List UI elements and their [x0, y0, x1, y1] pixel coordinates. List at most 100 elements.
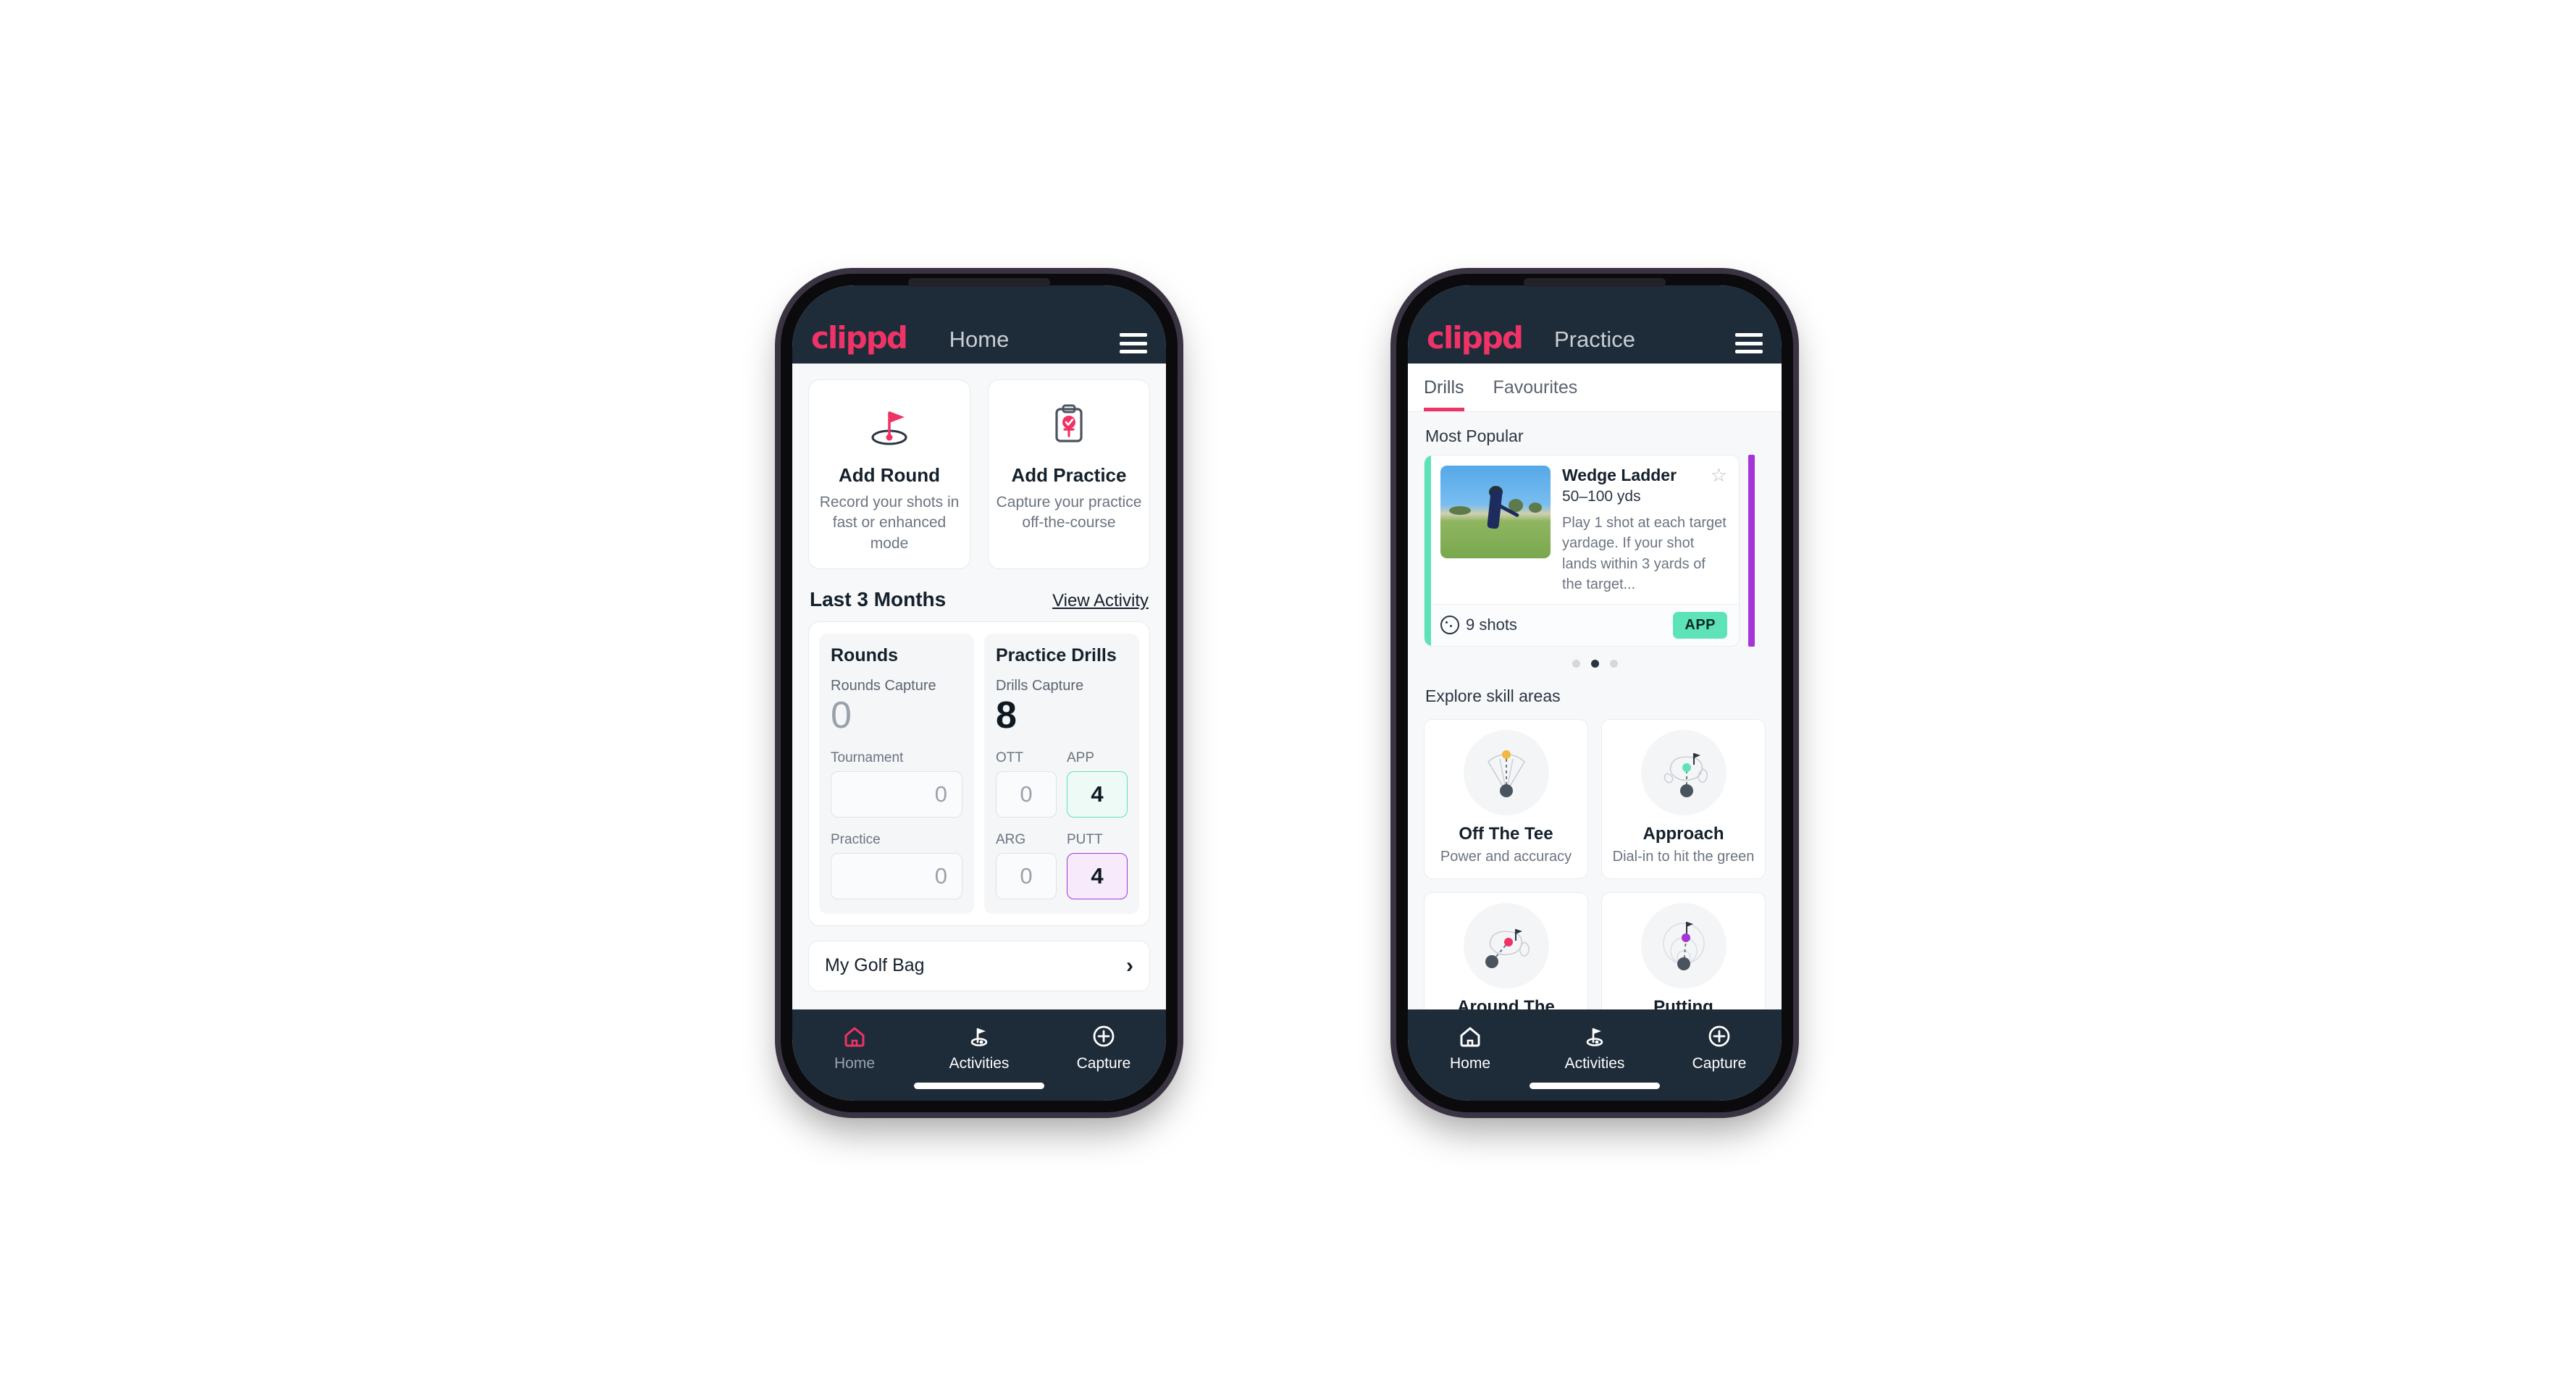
nav-home[interactable]: Home	[792, 1020, 917, 1071]
golf-ball-icon	[1440, 616, 1459, 635]
nav-home[interactable]: Home	[1408, 1020, 1532, 1071]
nav-activities[interactable]: Activities	[917, 1020, 1041, 1071]
clippd-logo[interactable]: clippd	[1427, 323, 1524, 353]
practice-value[interactable]: 0	[831, 852, 962, 899]
tab-drills[interactable]: Drills	[1424, 364, 1477, 411]
skill-subtitle: Dial-in to hit the green	[1612, 848, 1755, 865]
ott-label: OTT	[996, 749, 1023, 765]
practice-label: Practice	[831, 831, 881, 847]
view-activity-link[interactable]: View Activity	[1052, 591, 1149, 611]
putting-rings-icon	[1640, 902, 1727, 988]
drill-card-wedge-ladder[interactable]: ☆ Wedge Ladder 50–100 yds Play 1 shot at…	[1424, 455, 1740, 647]
nav-capture-label: Capture	[1692, 1055, 1747, 1072]
hamburger-icon[interactable]	[1735, 333, 1763, 353]
nav-home-label: Home	[834, 1055, 876, 1072]
drill-card-next-peek[interactable]	[1748, 455, 1758, 647]
arg-label: ARG	[996, 831, 1026, 847]
drill-carousel[interactable]: ☆ Wedge Ladder 50–100 yds Play 1 shot at…	[1408, 455, 1782, 647]
quick-actions-row: Add Round Record your shots in fast or e…	[792, 364, 1166, 570]
tournament-value[interactable]: 0	[831, 770, 962, 818]
rounds-capture-value: 0	[831, 694, 852, 737]
skill-subtitle: Power and accuracy	[1440, 848, 1572, 865]
phone-notch	[908, 278, 1050, 287]
home-appbar: clippd Home	[792, 285, 1166, 364]
skill-card-around-the-green[interactable]: Around The Green Hone your short game	[1424, 891, 1588, 1009]
ott-value[interactable]: 0	[996, 770, 1057, 818]
stats-card: Rounds Rounds Capture 0 Tournament 0 Pra…	[808, 621, 1150, 926]
most-popular-label: Most Popular	[1425, 427, 1524, 445]
home-screen: clippd Home Add Round Record your shots …	[792, 285, 1166, 1101]
skill-name: Putting	[1653, 996, 1713, 1009]
nav-capture[interactable]: Capture	[1041, 1020, 1166, 1071]
star-outline-icon[interactable]: ☆	[1711, 466, 1727, 484]
nav-home-label: Home	[1449, 1055, 1491, 1072]
carousel-dot-1[interactable]	[1572, 659, 1580, 668]
drill-category-badge: APP	[1673, 611, 1727, 639]
practice-screen: clippd Practice Drills Favourites Most P…	[1408, 285, 1782, 1101]
nav-capture[interactable]: Capture	[1657, 1020, 1782, 1071]
golf-flag-icon	[1532, 1020, 1657, 1053]
clippd-logo[interactable]: clippd	[811, 323, 908, 353]
nav-activities-label: Activities	[1564, 1055, 1625, 1072]
drill-description: Play 1 shot at each target yardage. If y…	[1562, 515, 1727, 593]
plus-circle-icon	[1657, 1020, 1782, 1053]
arg-value[interactable]: 0	[996, 852, 1057, 899]
drills-capture-label: Drills Capture	[996, 678, 1084, 694]
drill-title: Wedge Ladder	[1562, 466, 1677, 484]
nav-capture-label: Capture	[1076, 1055, 1131, 1072]
practice-drills-column: Practice Drills Drills Capture 8 OTT 0 A…	[984, 634, 1139, 914]
app-value[interactable]: 4	[1067, 770, 1128, 818]
home-icon	[1408, 1020, 1532, 1053]
phone-practice: clippd Practice Drills Favourites Most P…	[1396, 274, 1793, 1112]
explore-skill-areas-label: Explore skill areas	[1425, 686, 1561, 705]
add-practice-sub-1: Capture your practice	[996, 494, 1142, 511]
practice-bottom-nav: Home Activities Capture	[1408, 1009, 1782, 1101]
practice-body: Drills Favourites Most Popular ☆ Wedge L…	[1408, 364, 1782, 1009]
carousel-dots	[1408, 647, 1782, 672]
home-indicator	[1530, 1083, 1660, 1089]
carousel-dot-3[interactable]	[1609, 659, 1618, 668]
skill-card-approach[interactable]: Approach Dial-in to hit the green	[1601, 718, 1766, 879]
app-label: APP	[1067, 749, 1095, 765]
nav-activities[interactable]: Activities	[1532, 1020, 1657, 1071]
skill-card-off-the-tee[interactable]: Off The Tee Power and accuracy	[1424, 718, 1588, 879]
hamburger-icon[interactable]	[1120, 333, 1147, 353]
last-3-months-header: Last 3 Months View Activity	[792, 569, 1166, 621]
practice-appbar: clippd Practice	[1408, 285, 1782, 364]
home-body: Add Round Record your shots in fast or e…	[792, 364, 1166, 1009]
add-round-title: Add Round	[838, 464, 941, 486]
skill-name: Around The Green	[1457, 996, 1555, 1009]
skill-card-putting[interactable]: Putting Make and lag practice	[1601, 891, 1766, 1009]
phone-notch	[1524, 278, 1666, 287]
home-icon	[792, 1020, 917, 1053]
add-practice-card[interactable]: Add Practice Capture your practice off-t…	[988, 379, 1150, 570]
putt-label: PUTT	[1067, 831, 1103, 847]
golf-flag-icon	[917, 1020, 1041, 1053]
chevron-right-icon: ›	[1126, 953, 1133, 978]
plus-circle-icon	[1041, 1020, 1166, 1053]
drills-heading: Practice Drills	[996, 645, 1117, 666]
home-bottom-nav: Home Activities Capture	[792, 1009, 1166, 1101]
drills-capture-value: 8	[996, 694, 1017, 737]
add-round-card[interactable]: Add Round Record your shots in fast or e…	[808, 379, 970, 570]
rounds-capture-label: Rounds Capture	[831, 678, 936, 694]
green-approach-icon	[1640, 729, 1727, 815]
add-round-sub-1: Record your shots in	[819, 494, 960, 511]
section-title: Last 3 Months	[810, 588, 947, 611]
clipboard-check-icon	[996, 396, 1142, 454]
nav-activities-label: Activities	[949, 1055, 1010, 1072]
tab-favourites[interactable]: Favourites	[1493, 364, 1591, 411]
carousel-dot-2[interactable]	[1590, 659, 1599, 668]
drill-thumbnail	[1440, 466, 1551, 558]
skill-areas-grid: Off The Tee Power and accuracy Approach …	[1408, 715, 1782, 1009]
putt-value[interactable]: 4	[1067, 852, 1128, 899]
my-golf-bag-row[interactable]: My Golf Bag ›	[808, 940, 1150, 991]
rounds-heading: Rounds	[831, 645, 899, 666]
drill-yardage: 50–100 yds	[1562, 488, 1641, 505]
rounds-column: Rounds Rounds Capture 0 Tournament 0 Pra…	[819, 634, 974, 914]
add-practice-title: Add Practice	[1011, 464, 1127, 486]
skill-name: Off The Tee	[1459, 823, 1553, 844]
chip-green-icon	[1463, 902, 1549, 988]
drill-shots-label: 9 shots	[1466, 616, 1517, 634]
golf-flag-hole-icon	[816, 396, 962, 454]
